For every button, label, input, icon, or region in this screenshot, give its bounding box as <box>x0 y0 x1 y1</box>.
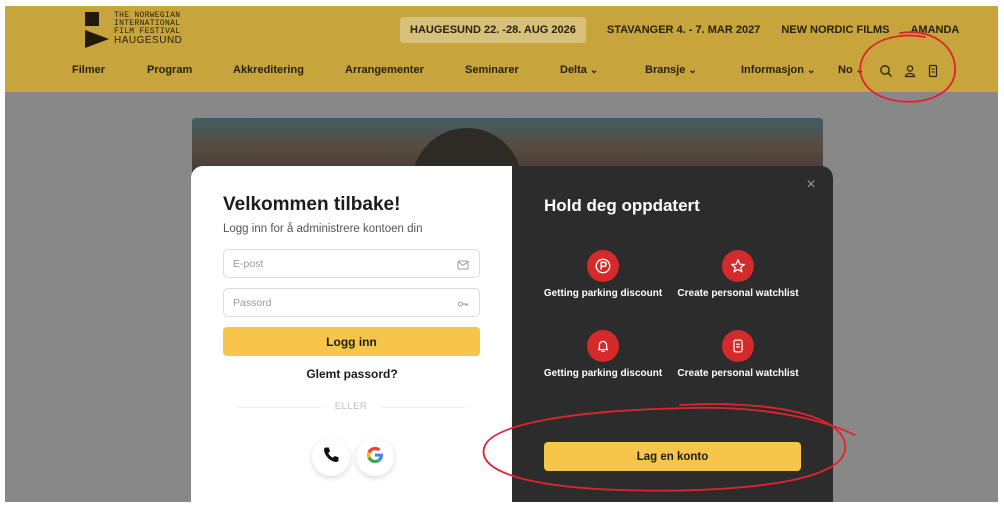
ticket-icon <box>722 330 754 362</box>
or-divider: ELLER <box>237 401 465 412</box>
nav-item-bransje[interactable]: Bransje ⌄ <box>645 64 697 76</box>
feature-label: Getting parking discount <box>543 288 663 299</box>
nav-label: Informasjon <box>741 64 804 76</box>
nav-label: Akkreditering <box>233 64 304 76</box>
logo-text: THE NORWEGIAN INTERNATIONAL FILM FESTIVA… <box>114 12 182 46</box>
create-account-button[interactable]: Lag en konto <box>544 442 801 471</box>
nav-item-delta[interactable]: Delta ⌄ <box>560 64 598 76</box>
nav-label: Filmer <box>72 64 106 76</box>
login-subtitle: Logg inn for å administrere kontoen din <box>223 223 423 235</box>
feature-parking-discount: Getting parking discount <box>538 250 668 300</box>
nav-item-program[interactable]: Program <box>147 64 192 76</box>
chevron-down-icon: ⌄ <box>688 65 697 76</box>
promo-title: Hold deg oppdatert <box>544 196 700 215</box>
password-input[interactable] <box>224 289 479 316</box>
top-link-amanda[interactable]: AMANDA <box>910 24 959 36</box>
browser-viewport: THE NORWEGIAN INTERNATIONAL FILM FESTIVA… <box>5 6 998 502</box>
festival-logo[interactable]: THE NORWEGIAN INTERNATIONAL FILM FESTIVA… <box>85 12 182 48</box>
nav-label: No <box>838 64 853 76</box>
logo-city: HAUGESUND <box>114 35 183 46</box>
nav-label: Bransje <box>645 64 686 76</box>
parking-icon <box>587 250 619 282</box>
nav-label: Seminarer <box>465 64 519 76</box>
nav-label: Arrangementer <box>345 64 424 76</box>
key-icon <box>457 297 469 309</box>
divider-label: ELLER <box>334 401 368 412</box>
ticket-icon[interactable] <box>926 64 940 78</box>
email-input[interactable] <box>224 250 479 277</box>
star-icon <box>722 250 754 282</box>
phone-icon <box>321 445 341 470</box>
top-link-haugesund[interactable]: HAUGESUND 22. -28. AUG 2026 <box>400 17 586 43</box>
chevron-down-icon: ⌄ <box>589 65 599 76</box>
nav-item-arrangementer[interactable]: Arrangementer <box>345 64 424 76</box>
nav-item-seminarer[interactable]: Seminarer <box>465 64 519 76</box>
feature-parking-discount: Getting parking discount <box>538 330 668 380</box>
login-button[interactable]: Logg inn <box>223 327 480 356</box>
google-login-button[interactable] <box>356 438 394 476</box>
signup-promo-panel: × Hold deg oppdatert Getting parking dis… <box>512 166 833 502</box>
login-title: Velkommen tilbake! <box>223 194 401 215</box>
forgot-password-link[interactable]: Glemt passord? <box>191 367 513 381</box>
search-icon[interactable] <box>879 64 893 78</box>
phone-login-button[interactable] <box>312 438 350 476</box>
chevron-down-icon: ⌄ <box>806 65 816 76</box>
nav-label: Delta <box>560 64 587 76</box>
mail-icon <box>457 258 469 270</box>
google-icon <box>365 445 385 470</box>
nav-item-filmer[interactable]: Filmer <box>72 64 105 76</box>
feature-personal-watchlist: Create personal watchlist <box>673 250 803 300</box>
login-panel: Velkommen tilbake! Logg inn for å admini… <box>191 166 513 502</box>
nav-item-informasjon[interactable]: Informasjon ⌄ <box>741 64 815 76</box>
top-link-stavanger[interactable]: STAVANGER 4. - 7. MAR 2027 <box>607 24 760 36</box>
top-link-new-nordic-films[interactable]: NEW NORDIC FILMS <box>781 24 889 36</box>
feature-label: Getting parking discount <box>543 368 663 379</box>
festival-switcher: HAUGESUND 22. -28. AUG 2026 STAVANGER 4.… <box>400 17 959 43</box>
user-icon[interactable] <box>903 64 917 78</box>
password-field <box>223 288 480 317</box>
nav-item-akkreditering[interactable]: Akkreditering <box>233 64 304 76</box>
nav-label: Program <box>147 64 193 76</box>
main-nav: Filmer Program Akkreditering Arrangement… <box>5 64 998 82</box>
feature-label: Create personal watchlist <box>677 288 799 299</box>
email-field <box>223 249 480 278</box>
language-selector[interactable]: No ⌄ <box>838 64 864 76</box>
feature-label: Create personal watchlist <box>677 368 799 379</box>
logo-mark <box>85 12 110 48</box>
chevron-down-icon: ⌄ <box>855 65 865 76</box>
site-header: THE NORWEGIAN INTERNATIONAL FILM FESTIVA… <box>5 6 998 92</box>
close-icon[interactable]: × <box>804 177 818 193</box>
bell-icon <box>587 330 619 362</box>
feature-personal-watchlist: Create personal watchlist <box>673 330 803 380</box>
